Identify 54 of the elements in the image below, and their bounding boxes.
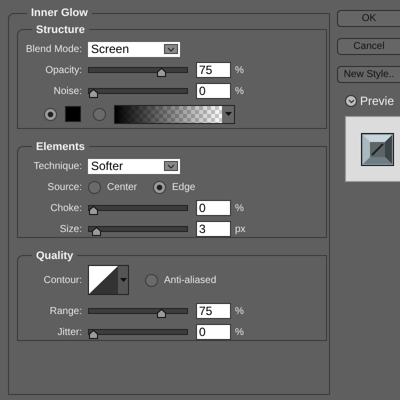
field-label: Blend Mode: [24,42,82,56]
checkbox[interactable] [345,95,357,107]
slider-thumb[interactable] [89,330,98,339]
checkbox[interactable] [145,274,158,286]
section-title: Structure [35,22,86,38]
field-label: Contour: [42,274,82,288]
bevel-tile-icon [361,132,394,166]
unit-label: % [235,326,244,340]
section-title: Elements [35,140,86,154]
radio-label: Edge [172,180,196,194]
unit-label: % [235,64,244,78]
section-title: Quality [35,248,74,264]
field-label: Technique: [32,160,82,174]
slider-thumb[interactable] [157,309,166,318]
dropdown[interactable]: Screen [88,42,180,56]
contour-picker[interactable] [88,265,129,295]
radio-label: Center [107,180,138,194]
input-field[interactable]: 0 [196,200,231,216]
field-label: Jitter: [56,326,82,340]
caret-icon [222,106,234,122]
field-label: Choke: [49,202,82,216]
field-label: Range: [48,304,82,318]
input-field[interactable]: 75 [196,62,231,78]
field-label: Noise: [52,84,82,98]
input-field[interactable]: 3 [196,221,231,237]
chevron-icon [348,98,354,104]
unit-label: % [235,304,244,318]
radio-button[interactable] [88,180,101,194]
group-title: Inner Glow [30,6,89,21]
radio-button[interactable] [93,108,106,120]
field-label: Size: [58,222,82,236]
unit-label: % [235,202,244,216]
input-field[interactable]: 75 [196,303,231,319]
slider-thumb[interactable] [89,206,98,215]
slider-thumb[interactable] [89,89,98,98]
radio-button[interactable] [153,180,166,194]
checkbox-label: Anti-aliased [164,274,216,288]
field-label: Source: [46,180,82,194]
slider-thumb[interactable] [157,68,166,77]
gradient-picker[interactable] [114,104,235,124]
radio-button[interactable] [44,108,57,120]
slider-thumb[interactable] [92,227,101,236]
field-label: Opacity: [44,64,82,78]
unit-label: % [235,84,244,98]
color-swatch[interactable] [65,106,81,122]
caret-icon [118,266,128,294]
input-field[interactable]: 0 [196,324,231,340]
checkbox-label: Previe [360,93,394,110]
chevron-icon [164,161,178,171]
input-field[interactable]: 0 [196,83,231,99]
contour-curve-icon [89,266,118,294]
dropdown[interactable]: Softer [88,158,180,174]
chevron-icon [164,44,178,54]
unit-label: px [235,222,246,236]
